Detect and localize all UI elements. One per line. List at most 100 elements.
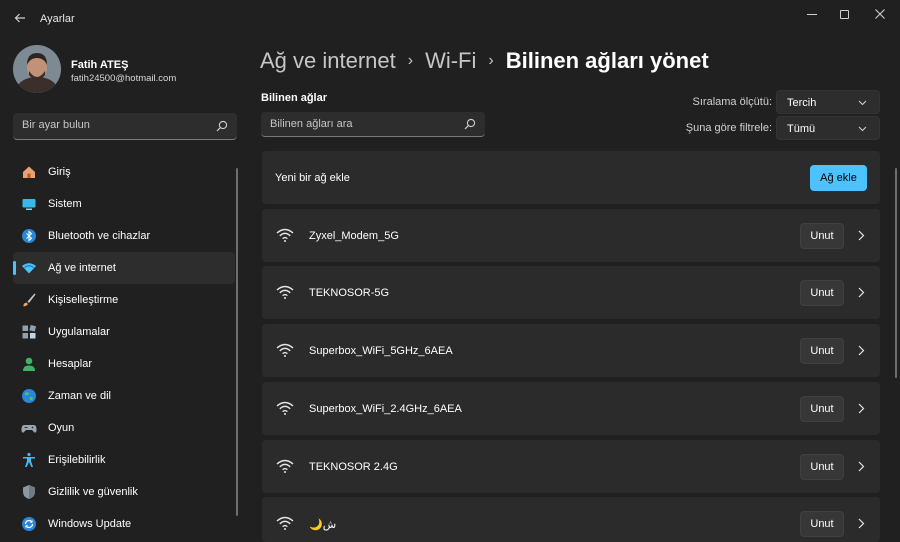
filter-value: Tümü [787,123,816,135]
network-row[interactable]: TEKNOSOR-5G Unut [262,266,880,319]
network-row[interactable]: Superbox_WiFi_2.4GHz_6AEA Unut [262,382,880,435]
search-icon [216,120,228,132]
network-name: TEKNOSOR-5G [309,287,390,299]
chevron-right-icon [858,403,865,414]
back-button[interactable] [8,6,32,30]
sidebar-item-apps[interactable]: Uygulamalar [13,316,235,348]
sidebar-item-label: Oyun [48,422,75,434]
active-indicator [13,261,16,275]
sidebar-item-network[interactable]: Ağ ve internet [13,252,235,284]
sidebar-item-home[interactable]: Giriş [13,156,235,188]
chevron-right-icon [858,461,865,472]
sort-dropdown[interactable]: Tercih [776,90,880,114]
sidebar-item-label: Bluetooth ve cihazlar [48,230,151,242]
back-arrow-icon [14,13,25,23]
close-button[interactable] [858,0,900,28]
globe-icon [22,389,36,403]
network-row[interactable]: Superbox_WiFi_5GHz_6AEA Unut [262,324,880,377]
sidebar-item-personalization[interactable]: Kişiselleştirme [13,284,235,316]
avatar[interactable] [13,45,61,93]
close-icon [875,9,885,19]
sidebar-item-time-language[interactable]: Zaman ve dil [13,380,235,412]
sidebar-item-accessibility[interactable]: Erişilebilirlik [13,444,235,476]
sort-label: Sıralama ölçütü: [692,96,772,108]
wifi-icon [276,516,294,530]
network-name: Superbox_WiFi_5GHz_6AEA [309,345,453,357]
apps-icon [22,324,37,339]
sort-value: Tercih [787,97,817,109]
update-icon [22,517,36,531]
forget-button[interactable]: Unut [800,396,844,422]
brush-icon [23,293,36,307]
known-networks-heading: Bilinen ağlar [261,92,328,104]
wifi-icon [276,285,294,299]
user-email: fatih24500@hotmail.com [71,73,177,84]
app-title: Ayarlar [40,13,75,25]
settings-search-input[interactable] [22,119,212,131]
chevron-right-icon [858,287,865,298]
forget-button[interactable]: Unut [800,511,844,537]
maximize-icon [839,9,849,19]
sidebar-item-gaming[interactable]: Oyun [13,412,235,444]
chevron-down-icon [858,100,867,106]
network-name: Superbox_WiFi_2.4GHz_6AEA [309,403,462,415]
sidebar-item-accounts[interactable]: Hesaplar [13,348,235,380]
forget-button[interactable]: Unut [800,338,844,364]
user-name: Fatih ATEŞ [71,59,129,71]
network-row[interactable]: Zyxel_Modem_5G Unut [262,209,880,262]
sidebar-item-label: Giriş [48,166,71,178]
sidebar-item-bluetooth[interactable]: Bluetooth ve cihazlar [13,220,235,252]
search-icon [464,118,476,130]
sidebar-item-label: Ağ ve internet [48,262,116,274]
filter-label: Şuna göre filtrele: [685,122,772,134]
breadcrumb-separator: › [488,52,494,69]
wifi-icon [276,343,294,357]
system-icon [22,199,36,210]
network-icon [22,263,36,274]
sidebar-item-label: Sistem [48,198,82,210]
settings-search[interactable] [13,113,237,140]
add-network-button[interactable]: Ağ ekle [810,165,867,191]
filter-dropdown[interactable]: Tümü [776,116,880,140]
known-networks-search[interactable] [261,112,485,137]
gamepad-icon [21,425,37,433]
sidebar-item-label: Hesaplar [48,358,93,370]
forget-button[interactable]: Unut [800,223,844,249]
breadcrumb-wifi[interactable]: Wi-Fi [425,48,476,74]
bluetooth-icon [22,229,36,243]
network-name: Zyxel_Modem_5G [309,230,399,242]
sidebar-nav: Giriş Sistem Bluetooth ve cihazlar Ağ ve… [13,156,235,540]
title-bar: Ayarlar [0,0,900,38]
breadcrumb-separator: › [407,52,414,69]
sidebar-item-label: Zaman ve dil [48,390,111,402]
chevron-down-icon [858,126,867,132]
forget-button[interactable]: Unut [800,280,844,306]
shield-icon [23,485,35,499]
wifi-icon [276,401,294,415]
sidebar-item-windows-update[interactable]: Windows Update [13,508,235,540]
sidebar-item-privacy[interactable]: Gizlilik ve güvenlik [13,476,235,508]
forget-button[interactable]: Unut [800,454,844,480]
known-networks-search-input[interactable] [270,118,460,130]
network-row[interactable]: TEKNOSOR 2.4G Unut [262,440,880,493]
account-icon [23,357,35,371]
home-icon [23,166,35,178]
wifi-icon [276,459,294,473]
sidebar-item-system[interactable]: Sistem [13,188,235,220]
sidebar-item-label: Kişiselleştirme [48,294,119,306]
network-name: TEKNOSOR 2.4G [309,461,398,473]
page-title: Bilinen ağları yönet [505,48,709,73]
add-network-card: Yeni bir ağ ekle Ağ ekle [262,151,880,204]
network-name: 🌙ش [309,519,337,531]
breadcrumb: Ağ ve internet › Wi-Fi › Bilinen ağları … [260,45,709,77]
sidebar-scrollbar[interactable] [236,168,238,516]
sidebar-item-label: Windows Update [48,518,132,530]
main-scrollbar[interactable] [895,168,897,378]
network-row[interactable]: 🌙ش Unut [262,497,880,542]
chevron-right-icon [858,518,865,529]
sidebar-item-label: Uygulamalar [48,326,110,338]
add-network-label: Yeni bir ağ ekle [275,172,350,184]
minimize-icon [807,13,817,15]
sidebar-item-label: Erişilebilirlik [48,454,106,466]
breadcrumb-network-internet[interactable]: Ağ ve internet [260,48,396,74]
